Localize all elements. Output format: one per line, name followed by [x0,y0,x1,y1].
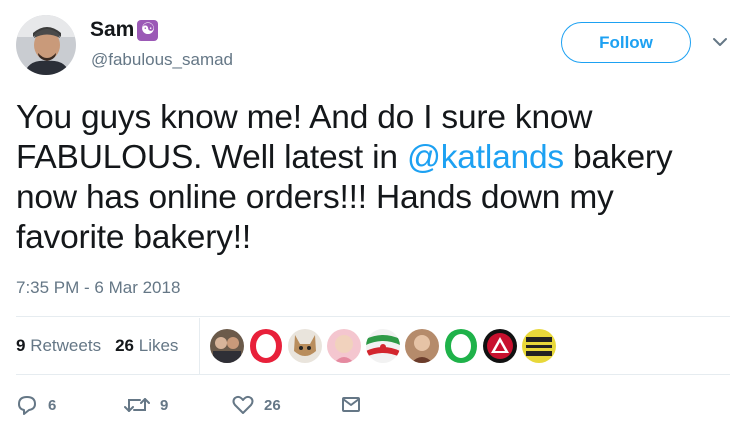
user-avatar[interactable] [16,15,76,75]
likes-stat[interactable]: 26 Likes [115,336,178,356]
envelope-icon [342,397,360,412]
chevron-down-icon[interactable] [711,35,729,49]
liker-avatar[interactable] [210,329,244,363]
liker-avatar[interactable] [327,329,361,363]
user-handle[interactable]: @fabulous_samad [91,50,233,70]
likes-count: 26 [115,336,134,355]
reply-button[interactable]: 6 [16,395,56,415]
reply-count: 6 [48,396,57,414]
divider [16,374,730,375]
liker-avatar[interactable] [366,329,400,363]
retweets-stat[interactable]: 9 Retweets [16,336,101,356]
liker-avatars [210,329,556,363]
retweets-count: 9 [16,336,26,355]
user-name-text[interactable]: Sam [90,18,134,42]
liker-avatar[interactable] [288,329,322,363]
follow-button[interactable]: Follow [561,22,691,63]
tweet-timestamp[interactable]: 7:35 PM - 6 Mar 2018 [16,278,180,298]
heart-icon [232,395,254,414]
liker-avatar[interactable] [405,329,439,363]
user-display-name[interactable]: Sam ☯ [90,18,159,42]
liker-avatar[interactable] [522,329,556,363]
tweet-text: You guys know me! And do I sure know FAB… [16,98,716,258]
retweet-count: 9 [160,396,169,414]
likes-label: Likes [138,336,179,355]
liker-avatar[interactable] [249,329,283,363]
like-count: 26 [264,396,281,414]
reply-icon [18,396,36,415]
yin-yang-icon: ☯ [137,19,159,41]
tweet-stats: 9 Retweets 26 Likes [16,336,178,356]
liker-avatar[interactable] [444,329,478,363]
retweet-icon [124,398,150,412]
direct-message-button[interactable] [341,395,361,413]
divider [16,316,730,317]
retweets-label: Retweets [30,336,102,355]
like-button[interactable]: 26 [232,395,281,415]
mention-link[interactable]: @katlands [407,139,564,176]
retweet-button[interactable]: 9 [124,395,168,415]
divider [199,318,200,374]
liker-avatar[interactable] [483,329,517,363]
